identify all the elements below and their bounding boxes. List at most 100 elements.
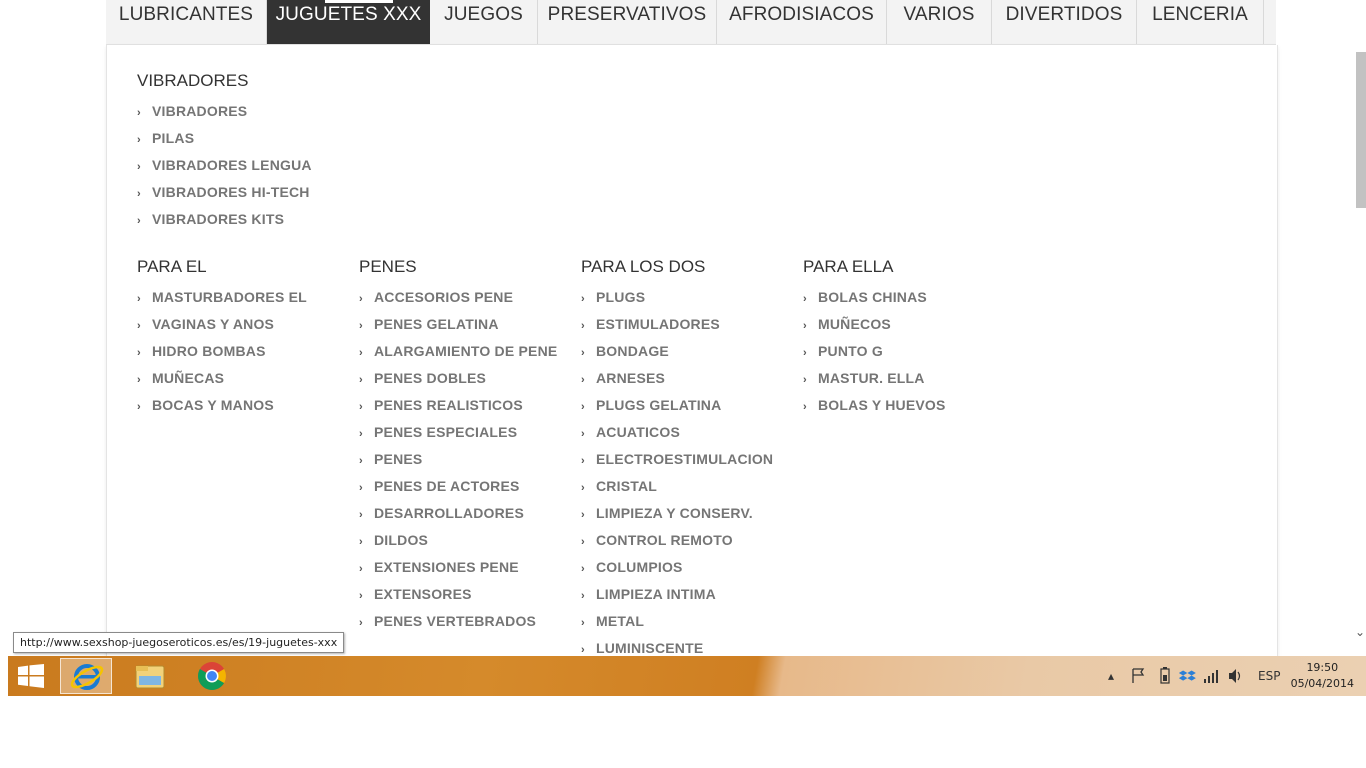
submenu-link[interactable]: › ELECTROESTIMULACION [581, 446, 773, 473]
submenu-link[interactable]: › PLUGS [581, 284, 773, 311]
submenu-link[interactable]: › MUÑECAS [137, 365, 307, 392]
submenu-link-label: HIDRO BOMBAS [152, 343, 266, 359]
submenu-link[interactable]: › PENES GELATINA [359, 311, 557, 338]
action-center-flag-icon[interactable] [1130, 656, 1146, 696]
chevron-right-icon: › [359, 293, 363, 305]
chevron-right-icon: › [581, 590, 585, 602]
nav-item-afrodisiacos[interactable]: AFRODISIACOS [717, 0, 887, 44]
submenu-link[interactable]: › BOCAS Y MANOS [137, 392, 307, 419]
submenu-link[interactable]: › BOLAS Y HUEVOS [803, 392, 946, 419]
nav-item-juguetes-xxx[interactable]: JUGUETES XXX [267, 0, 430, 44]
submenu-link[interactable]: › PENES REALISTICOS [359, 392, 557, 419]
submenu-link[interactable]: › EXTENSIONES PENE [359, 554, 557, 581]
volume-icon[interactable] [1227, 656, 1245, 696]
submenu-link[interactable]: › PENES ESPECIALES [359, 419, 557, 446]
submenu-link[interactable]: › EXTENSORES [359, 581, 557, 608]
submenu-link[interactable]: › PENES DOBLES [359, 365, 557, 392]
category-heading-para-ella[interactable]: PARA ELLA [803, 257, 893, 277]
chevron-right-icon: › [359, 590, 363, 602]
language-indicator[interactable]: ESP [1258, 656, 1280, 696]
clock-time: 19:50 [1306, 661, 1339, 674]
submenu-link[interactable]: › VIBRADORES LENGUA [137, 152, 312, 179]
submenu-link[interactable]: › PENES VERTEBRADOS [359, 608, 557, 635]
submenu-link[interactable]: › VAGINAS Y ANOS [137, 311, 307, 338]
submenu-link[interactable]: › DILDOS [359, 527, 557, 554]
submenu-link-label: LUMINISCENTE [596, 640, 704, 656]
submenu-link[interactable]: › PUNTO G [803, 338, 946, 365]
submenu-link-label: LIMPIEZA INTIMA [596, 586, 716, 602]
chevron-right-icon: › [581, 374, 585, 386]
submenu-link-label: ACUATICOS [596, 424, 680, 440]
chevron-right-icon: › [803, 320, 807, 332]
submenu-link-label: PILAS [152, 130, 195, 146]
tray-overflow-icon[interactable]: ▴ [1108, 656, 1114, 696]
submenu-link[interactable]: › MASTURBADORES EL [137, 284, 307, 311]
chevron-right-icon: › [359, 536, 363, 548]
submenu-link[interactable]: › ACCESORIOS PENE [359, 284, 557, 311]
column-para-el: › MASTURBADORES EL › VAGINAS Y ANOS › HIDRO B… [137, 284, 307, 419]
taskbar: ▴ ESP 19:50 05/04/2014 [8, 656, 1366, 696]
submenu-link[interactable]: › LIMPIEZA INTIMA [581, 581, 773, 608]
submenu-link[interactable]: › PENES DE ACTORES [359, 473, 557, 500]
submenu-link[interactable]: › CONTROL REMOTO [581, 527, 773, 554]
battery-icon[interactable] [1159, 656, 1171, 696]
submenu-link[interactable]: › VIBRADORES HI-TECH [137, 179, 312, 206]
submenu-link[interactable]: › VIBRADORES KITS [137, 206, 312, 233]
nav-item-juegos[interactable]: JUEGOS [430, 0, 538, 44]
scroll-down-arrow-icon[interactable]: ⌄ [1355, 626, 1365, 638]
chevron-right-icon: › [359, 374, 363, 386]
submenu-link[interactable]: › BOLAS CHINAS [803, 284, 946, 311]
taskbar-app-file-explorer[interactable] [124, 658, 176, 694]
nav-item-divertidos[interactable]: DIVERTIDOS [992, 0, 1137, 44]
clock[interactable]: 19:50 05/04/2014 [1291, 660, 1354, 692]
submenu-link[interactable]: › HIDRO BOMBAS [137, 338, 307, 365]
nav-item-preservativos[interactable]: PRESERVATIVOS [538, 0, 717, 44]
submenu-link[interactable]: › PILAS [137, 125, 312, 152]
submenu-link-label: VIBRADORES HI-TECH [152, 184, 310, 200]
submenu-link[interactable]: › COLUMPIOS [581, 554, 773, 581]
category-heading-para-el[interactable]: PARA EL [137, 257, 207, 277]
submenu-link[interactable]: › METAL [581, 608, 773, 635]
category-heading-vibradores[interactable]: VIBRADORES [137, 71, 248, 91]
chevron-right-icon: › [803, 293, 807, 305]
submenu-link[interactable]: › PENES [359, 446, 557, 473]
taskbar-app-internet-explorer[interactable] [60, 658, 112, 694]
chevron-right-icon: › [581, 536, 585, 548]
submenu-link[interactable]: › VIBRADORES [137, 98, 312, 125]
submenu-link[interactable]: › ESTIMULADORES [581, 311, 773, 338]
submenu-link[interactable]: › MUÑECOS [803, 311, 946, 338]
chevron-right-icon: › [137, 374, 141, 386]
windows-start-icon[interactable] [18, 664, 44, 688]
submenu-link[interactable]: › ACUATICOS [581, 419, 773, 446]
chevron-right-icon: › [137, 161, 141, 173]
network-signal-icon[interactable] [1202, 656, 1220, 696]
submenu-link-label: PENES DE ACTORES [374, 478, 520, 494]
submenu-link[interactable]: › CRISTAL [581, 473, 773, 500]
nav-item-varios[interactable]: VARIOS [887, 0, 992, 44]
submenu-link[interactable]: › BONDAGE [581, 338, 773, 365]
submenu-link-label: VIBRADORES LENGUA [152, 157, 312, 173]
nav-item-lubricantes[interactable]: LUBRICANTES [106, 0, 267, 44]
category-heading-para-los-dos[interactable]: PARA LOS DOS [581, 257, 705, 277]
submenu-link[interactable]: › DESARROLLADORES [359, 500, 557, 527]
submenu-link-label: PLUGS [596, 289, 646, 305]
submenu-link[interactable]: › ALARGAMIENTO DE PENE [359, 338, 557, 365]
submenu-link[interactable]: › MASTUR. ELLA [803, 365, 946, 392]
submenu-link-label: BONDAGE [596, 343, 669, 359]
scrollbar-thumb[interactable] [1356, 52, 1366, 208]
submenu-link[interactable]: › LIMPIEZA Y CONSERV. [581, 500, 773, 527]
dropbox-icon[interactable] [1178, 656, 1196, 696]
submenu-link[interactable]: › PLUGS GELATINA [581, 392, 773, 419]
submenu-link-label: COLUMPIOS [596, 559, 683, 575]
submenu-link-label: ALARGAMIENTO DE PENE [374, 343, 558, 359]
chevron-right-icon: › [137, 401, 141, 413]
submenu-link-label: PENES VERTEBRADOS [374, 613, 537, 629]
category-heading-penes[interactable]: PENES [359, 257, 417, 277]
nav-item-lenceria[interactable]: LENCERIA [1137, 0, 1264, 44]
submenu-link-label: VIBRADORES [152, 103, 248, 119]
submenu-link[interactable]: › ARNESES [581, 365, 773, 392]
column-para-los-dos: › PLUGS › ESTIMULADORES › BONDAGE › ARNESES › PLU… [581, 284, 773, 662]
submenu-link-label: CONTROL REMOTO [596, 532, 733, 548]
taskbar-app-chrome[interactable] [186, 658, 238, 694]
submenu-link-label: PUNTO G [818, 343, 883, 359]
